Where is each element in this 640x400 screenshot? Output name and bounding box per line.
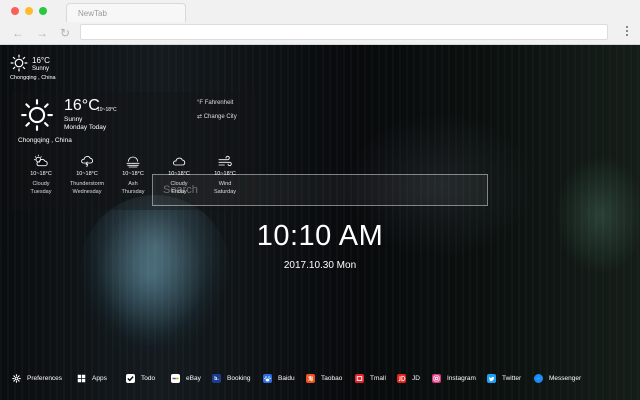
preferences-button[interactable]: Preferences	[12, 374, 62, 383]
tmall-label: Tmall	[370, 375, 386, 382]
cloud-sun-icon	[33, 154, 48, 167]
ebay-link[interactable]: eBay	[171, 374, 201, 383]
forecast-day-name: Thursday	[121, 189, 145, 195]
current-temperature-range: 10~18°C	[97, 107, 117, 113]
forecast-range: 10~18°C	[122, 171, 144, 177]
ebay-icon	[171, 374, 180, 383]
forecast-condition: Ash	[128, 181, 138, 187]
current-city: Chongqing , China	[18, 137, 72, 144]
search-box	[152, 174, 488, 206]
tmall-link[interactable]: Tmall	[355, 374, 386, 383]
ash-icon	[126, 156, 140, 168]
apps-grid-icon	[77, 374, 86, 383]
forecast-day-name: Tuesday	[30, 189, 52, 195]
booking-icon: b.	[212, 374, 221, 383]
taobao-link[interactable]: 淘 Taobao	[306, 374, 342, 383]
forecast-day: 10~18°C Thunderstorm Wednesday	[64, 154, 110, 195]
booking-link[interactable]: b. Booking	[212, 374, 251, 383]
clock-date: 2017.10.30 Mon	[283, 260, 357, 271]
cloud-icon	[173, 157, 186, 166]
todo-label: Todo	[141, 375, 156, 382]
svg-text:淘: 淘	[308, 375, 313, 382]
instagram-label: Instagram	[447, 375, 476, 382]
tmall-icon	[355, 374, 364, 383]
forecast-condition: Thunderstorm	[69, 181, 105, 187]
baidu-icon	[263, 374, 272, 383]
current-temperature: 16°C	[64, 97, 100, 114]
reload-icon[interactable]: ↻	[60, 27, 70, 39]
instagram-link[interactable]: Instagram	[432, 374, 476, 383]
preferences-label: Preferences	[27, 375, 63, 382]
maximize-window-button[interactable]	[39, 7, 47, 15]
mini-city: Chongqing , China	[10, 75, 56, 81]
gear-icon	[12, 374, 21, 383]
back-arrow-icon[interactable]: ←	[12, 27, 24, 39]
bottom-bar: Preferences Apps Todo eBay b. Booking Ba…	[0, 374, 640, 392]
forecast-day: 10~18°C Cloudy Tuesday	[18, 154, 64, 195]
apps-button[interactable]: Apps	[77, 374, 107, 383]
close-window-button[interactable]	[11, 7, 19, 15]
browser-menu-icon[interactable]	[626, 26, 630, 36]
address-bar[interactable]	[80, 24, 608, 40]
twitter-label: Twitter	[502, 375, 522, 382]
taobao-icon: 淘	[306, 374, 315, 383]
wind-icon	[218, 155, 232, 167]
sun-icon	[21, 99, 53, 131]
booking-label: Booking	[227, 375, 251, 382]
messenger-icon	[534, 374, 543, 383]
forecast-condition: Cloudy	[32, 181, 50, 187]
baidu-label: Baidu	[278, 375, 295, 382]
messenger-link[interactable]: Messenger	[534, 374, 581, 383]
forecast-range: 10~18°C	[76, 171, 98, 177]
jd-label: JD	[412, 375, 420, 382]
baidu-link[interactable]: Baidu	[263, 374, 295, 383]
jd-link[interactable]: JD	[397, 374, 420, 383]
change-city-button[interactable]: ⇄ Change City	[197, 113, 237, 120]
fahrenheit-toggle[interactable]: °F Fahrenheit	[197, 100, 233, 106]
twitter-icon	[487, 374, 496, 383]
instagram-icon	[432, 374, 441, 383]
mini-condition: Sunny	[32, 66, 50, 72]
window-controls	[11, 7, 47, 15]
twitter-link[interactable]: Twitter	[487, 374, 521, 383]
current-condition: Sunny	[64, 116, 83, 123]
search-input[interactable]	[153, 175, 487, 205]
navigation-buttons: ← → ↻	[12, 27, 70, 39]
todo-button[interactable]: Todo	[126, 374, 155, 383]
sun-icon	[10, 54, 28, 72]
mini-temperature: 16°C	[32, 56, 50, 65]
clock-time: 10:10 AM	[256, 220, 384, 252]
browser-chrome: NewTab ← → ↻	[0, 0, 640, 45]
thunderstorm-icon	[81, 156, 93, 168]
tab-title: NewTab	[78, 9, 107, 18]
minimize-window-button[interactable]	[25, 7, 33, 15]
taobao-label: Taobao	[321, 375, 343, 382]
ebay-label: eBay	[186, 375, 201, 382]
checkbox-icon	[126, 374, 135, 383]
messenger-label: Messenger	[549, 375, 582, 382]
forecast-day-name: Wednesday	[72, 189, 102, 195]
forward-arrow-icon[interactable]: →	[36, 27, 48, 39]
jd-icon	[397, 374, 406, 383]
current-day: Monday Today	[64, 124, 107, 131]
forecast-range: 10~18°C	[30, 171, 52, 177]
apps-label: Apps	[92, 375, 107, 382]
forecast-day: 10~18°C Ash Thursday	[110, 154, 156, 195]
browser-tab[interactable]: NewTab	[66, 3, 186, 22]
